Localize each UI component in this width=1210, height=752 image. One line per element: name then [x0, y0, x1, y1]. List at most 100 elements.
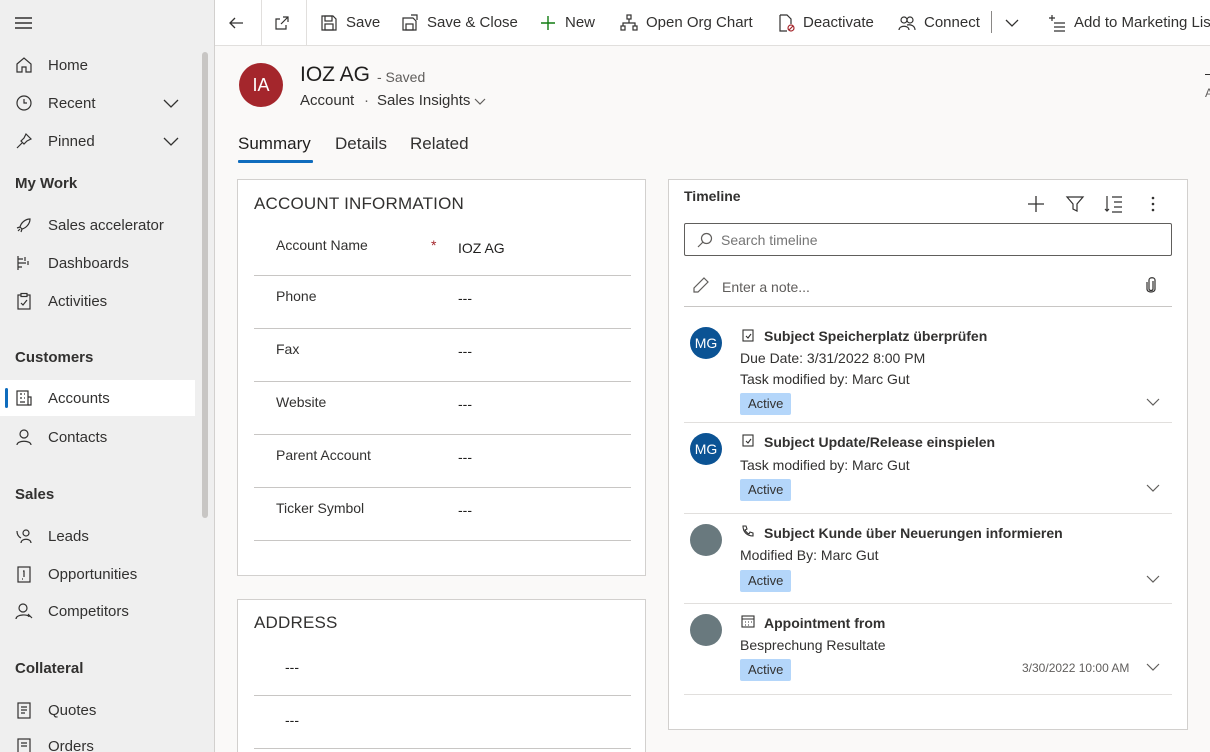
item-subject: Subject Update/Release einspielen — [764, 434, 996, 450]
chevron-down-icon[interactable] — [1146, 483, 1160, 493]
form-selector[interactable]: Sales Insights — [377, 92, 470, 109]
field-label: Parent Account — [276, 447, 371, 463]
pencil-icon — [692, 276, 710, 294]
filter-icon — [1065, 194, 1085, 214]
nav-competitors[interactable]: Competitors — [0, 593, 195, 629]
sitemap-sidebar: Home Recent Pinned My Work Sales acceler… — [0, 0, 215, 752]
phone-person-icon — [15, 527, 33, 545]
nav-contacts[interactable]: Contacts — [0, 419, 195, 455]
nav-recent[interactable]: Recent — [0, 85, 195, 121]
field-fax[interactable]: Fax --- — [254, 329, 631, 382]
search-input[interactable] — [721, 230, 1161, 250]
field-parent-account[interactable]: Parent Account --- — [254, 435, 631, 488]
account-information-section: ACCOUNT INFORMATION Account Name * IOZ A… — [237, 179, 646, 576]
sort-button[interactable] — [1104, 194, 1124, 214]
field-value[interactable]: --- — [458, 343, 472, 359]
back-button[interactable] — [227, 0, 245, 45]
field-website[interactable]: Website --- — [254, 382, 631, 435]
calendar-icon — [741, 614, 755, 628]
tab-related[interactable]: Related — [410, 134, 469, 154]
field-value[interactable]: --- — [285, 659, 299, 675]
connect-dropdown-button[interactable] — [1003, 0, 1021, 45]
chevron-down-icon[interactable] — [162, 134, 180, 148]
deactivate-button[interactable]: Deactivate — [777, 0, 874, 45]
nav-pinned[interactable]: Pinned — [0, 123, 195, 159]
timeline-item[interactable]: MG Subject Speicherplatz überprüfen Due … — [684, 311, 1172, 423]
people-icon — [898, 14, 916, 32]
field-value[interactable]: --- — [458, 449, 472, 465]
field-phone[interactable]: Phone --- — [254, 276, 631, 329]
chevron-down-icon[interactable] — [1146, 574, 1160, 584]
nav-sales-accelerator[interactable]: Sales accelerator — [0, 207, 195, 243]
field-value[interactable]: IOZ AG — [458, 240, 505, 256]
list-add-icon — [1048, 14, 1066, 32]
nav-sales-accelerator-label: Sales accelerator — [48, 217, 164, 234]
field-value[interactable]: --- — [458, 502, 472, 518]
save-status: - Saved — [377, 69, 426, 85]
nav-competitors-label: Competitors — [48, 603, 129, 620]
chevron-down-icon[interactable] — [162, 96, 180, 110]
item-detail: Modified By: Marc Gut — [740, 547, 879, 563]
timeline-item[interactable]: Subject Kunde über Neuerungen informiere… — [684, 514, 1172, 604]
timeline-search[interactable] — [684, 223, 1172, 256]
chevron-down-icon[interactable] — [1146, 662, 1160, 672]
save-button[interactable]: Save — [320, 0, 380, 45]
item-detail: Besprechung Resultate — [740, 637, 886, 653]
nav-opportunities-label: Opportunities — [48, 566, 138, 583]
section-customers: Customers — [15, 349, 94, 366]
nav-accounts[interactable]: Accounts — [0, 380, 195, 416]
field-account-name[interactable]: Account Name * IOZ AG — [254, 224, 631, 276]
tab-summary[interactable]: Summary — [238, 134, 311, 154]
chevron-down-icon[interactable] — [474, 96, 486, 106]
save-icon — [320, 14, 338, 32]
note-composer[interactable]: Enter a note... — [684, 270, 1172, 307]
nav-activities[interactable]: Activities — [0, 283, 195, 319]
record-title: IOZ AG — [300, 63, 371, 86]
field-value[interactable]: --- — [458, 396, 472, 412]
add-activity-button[interactable] — [1026, 194, 1046, 214]
connect-button[interactable]: Connect — [898, 0, 980, 45]
address-field-1[interactable]: --- — [254, 643, 631, 696]
task-icon — [741, 328, 755, 342]
more-options-button[interactable] — [1143, 194, 1163, 214]
hamburger-menu-icon[interactable] — [14, 14, 34, 32]
nav-dashboards[interactable]: Dashboards — [0, 245, 195, 281]
new-label: New — [565, 14, 596, 31]
item-detail: Task modified by: Marc Gut — [740, 457, 910, 473]
field-value[interactable]: --- — [458, 290, 472, 306]
item-subject: Subject Speicherplatz überprüfen — [764, 328, 988, 344]
task-icon — [741, 433, 755, 447]
open-org-chart-button[interactable]: Open Org Chart — [620, 0, 753, 45]
timeline-section: Timeline Enter a note... — [668, 179, 1188, 730]
new-button[interactable]: New — [539, 0, 595, 45]
avatar: MG — [690, 327, 722, 359]
status-badge: Active — [740, 570, 792, 592]
nav-quotes[interactable]: Quotes — [0, 692, 195, 728]
add-to-marketing-list-button[interactable]: Add to Marketing Lis — [1048, 0, 1210, 45]
timeline-item[interactable]: MG Subject Update/Release einspielen Tas… — [684, 423, 1172, 514]
save-close-icon — [401, 13, 419, 32]
phone-call-icon — [741, 524, 755, 538]
note-placeholder[interactable]: Enter a note... — [722, 279, 810, 295]
sidebar-scrollbar[interactable] — [202, 52, 208, 518]
save-close-button[interactable]: Save & Close — [401, 0, 518, 45]
field-value[interactable]: --- — [285, 712, 299, 728]
avatar: MG — [690, 433, 722, 465]
attachment-icon[interactable] — [1144, 276, 1158, 294]
field-label: Account Name — [276, 237, 368, 253]
nav-opportunities[interactable]: Opportunities — [0, 556, 195, 592]
open-new-window-button[interactable] — [273, 0, 291, 45]
required-indicator: * — [431, 237, 437, 253]
divider — [261, 0, 262, 46]
status-badge: Active — [740, 393, 792, 415]
open-org-chart-label: Open Org Chart — [646, 14, 753, 31]
tab-details[interactable]: Details — [335, 134, 387, 154]
chevron-down-icon[interactable] — [1146, 397, 1160, 407]
filter-button[interactable] — [1065, 194, 1085, 214]
address-field-2[interactable]: --- — [254, 696, 631, 749]
timeline-item[interactable]: Appointment from Besprechung Resultate A… — [684, 604, 1172, 695]
nav-leads[interactable]: Leads — [0, 518, 195, 554]
field-ticker-symbol[interactable]: Ticker Symbol --- — [254, 488, 631, 541]
nav-home[interactable]: Home — [0, 47, 195, 83]
nav-orders[interactable]: Orders — [0, 728, 195, 752]
